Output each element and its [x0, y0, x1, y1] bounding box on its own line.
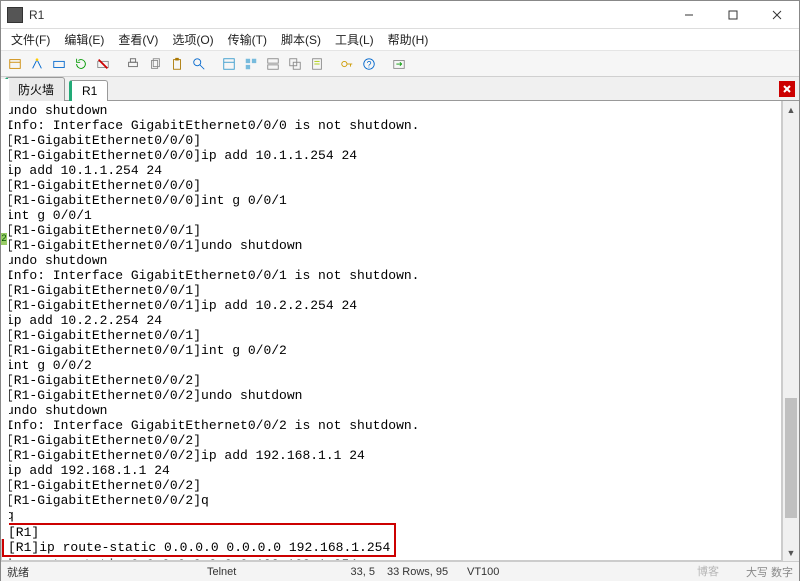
- tool-print-icon[interactable]: [123, 54, 143, 74]
- menu-file[interactable]: 文件(F): [5, 29, 56, 50]
- status-text: 就绪: [1, 564, 201, 580]
- tool-paste-icon[interactable]: [167, 54, 187, 74]
- menu-tools[interactable]: 工具(L): [329, 29, 380, 50]
- tool-script-icon[interactable]: [307, 54, 327, 74]
- tool-new-session-icon[interactable]: [5, 54, 25, 74]
- tool-reconnect-icon[interactable]: [71, 54, 91, 74]
- menu-options[interactable]: 选项(O): [166, 29, 219, 50]
- tool-quick-connect-icon[interactable]: [27, 54, 47, 74]
- status-size: 33 Rows, 95: [381, 566, 461, 578]
- menu-help[interactable]: 帮助(H): [382, 29, 435, 50]
- menu-transfer[interactable]: 传输(T): [222, 29, 273, 50]
- left-gutter: 2: [1, 79, 9, 539]
- menu-edit[interactable]: 编辑(E): [58, 29, 110, 50]
- window-title: R1: [29, 8, 667, 22]
- tab-firewall[interactable]: 防火墙: [5, 77, 65, 101]
- window-controls: [667, 1, 799, 29]
- menu-script[interactable]: 脚本(S): [275, 29, 327, 50]
- minimize-button[interactable]: [667, 1, 711, 29]
- tool-disconnect-icon[interactable]: [93, 54, 113, 74]
- menubar: 文件(F) 编辑(E) 查看(V) 选项(O) 传输(T) 脚本(S) 工具(L…: [1, 29, 799, 51]
- status-term: VT100: [461, 566, 541, 578]
- tabbar: 防火墙 R1: [1, 77, 799, 101]
- scroll-track[interactable]: [783, 118, 799, 544]
- tool-copy-icon[interactable]: [145, 54, 165, 74]
- svg-text:?: ?: [367, 59, 372, 69]
- tool-props-icon[interactable]: [219, 54, 239, 74]
- tool-session-list-icon[interactable]: [241, 54, 261, 74]
- tab-r1[interactable]: R1: [69, 80, 108, 101]
- status-protocol: Telnet: [201, 566, 311, 578]
- tool-sftp-icon[interactable]: [389, 54, 409, 74]
- status-position: 33, 5: [311, 566, 381, 578]
- tab-label: R1: [82, 84, 97, 98]
- toolbar: ?: [1, 51, 799, 77]
- tool-tile-icon[interactable]: [263, 54, 283, 74]
- tool-find-icon[interactable]: [189, 54, 209, 74]
- gutter-mark: 2: [1, 233, 7, 245]
- tool-connect-icon[interactable]: [49, 54, 69, 74]
- scroll-thumb[interactable]: [785, 398, 797, 518]
- tool-cascade-icon[interactable]: [285, 54, 305, 74]
- terminal-output[interactable]: undo shutdown Info: Interface GigabitEth…: [1, 101, 782, 561]
- scroll-up-icon[interactable]: ▲: [783, 101, 799, 118]
- scrollbar[interactable]: ▲ ▼: [782, 101, 799, 561]
- tab-label: 防火墙: [18, 83, 54, 97]
- statusbar: 就绪 Telnet 33, 5 33 Rows, 95 VT100 大写 数字: [1, 561, 799, 581]
- terminal-area: undo shutdown Info: Interface GigabitEth…: [1, 101, 799, 561]
- tool-help-icon[interactable]: ?: [359, 54, 379, 74]
- app-icon: [7, 7, 23, 23]
- menu-view[interactable]: 查看(V): [112, 29, 164, 50]
- scroll-down-icon[interactable]: ▼: [783, 544, 799, 561]
- close-button[interactable]: [755, 1, 799, 29]
- titlebar: R1: [1, 1, 799, 29]
- tab-close-icon[interactable]: [779, 81, 795, 97]
- status-extra: 大写 数字: [740, 564, 799, 580]
- tool-key-icon[interactable]: [337, 54, 357, 74]
- maximize-button[interactable]: [711, 1, 755, 29]
